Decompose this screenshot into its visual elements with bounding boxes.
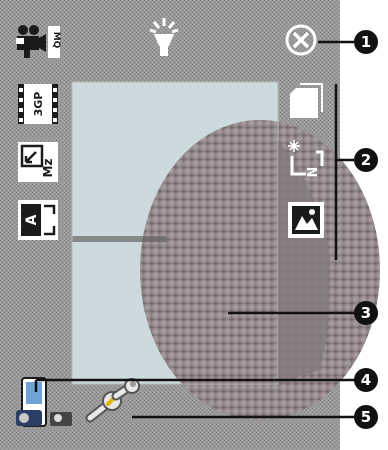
- dome-image: [140, 120, 380, 420]
- brightness-label: N: [306, 167, 321, 178]
- callout-4: 4: [354, 368, 378, 392]
- video-format-label: 3GP: [32, 92, 45, 117]
- self-timer-label: A: [24, 214, 40, 225]
- scene-mode-icon[interactable]: [288, 202, 324, 238]
- self-timer-icon[interactable]: A: [18, 200, 58, 240]
- storage-card-icon[interactable]: [288, 82, 324, 120]
- spire-image: [72, 236, 166, 242]
- callout-5: 5: [354, 405, 378, 429]
- callout-3: 3: [354, 301, 378, 325]
- zoom-label: Mz: [41, 159, 55, 178]
- 3gp-format-icon[interactable]: 3GP: [18, 84, 58, 124]
- video-mq-icon[interactable]: MQ: [14, 24, 62, 62]
- camera-screen: MQ 3GP Mz A N: [0, 0, 380, 450]
- zoom-icon[interactable]: Mz: [18, 142, 58, 182]
- callout-1: 1: [354, 30, 378, 54]
- callout-2: 2: [354, 148, 378, 172]
- video-quality-label: MQ: [51, 32, 61, 49]
